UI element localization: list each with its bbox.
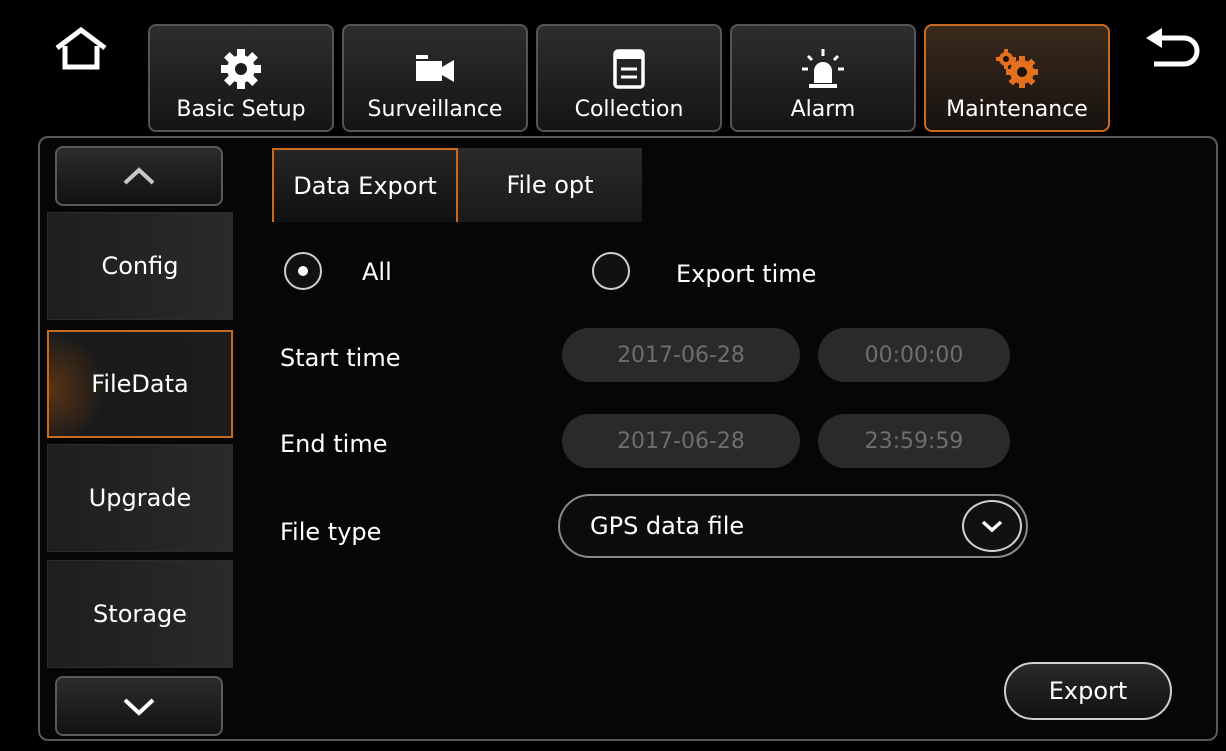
sidebar-item-storage[interactable]: Storage	[47, 560, 233, 668]
sidebar-item-upgrade[interactable]: Upgrade	[47, 444, 233, 552]
tab-basic-setup[interactable]: Basic Setup	[148, 24, 334, 132]
back-arrow-icon[interactable]	[1140, 26, 1204, 72]
tab-file-opt[interactable]: File opt	[458, 148, 642, 222]
chevron-down-icon	[123, 698, 155, 716]
sidebar-item-label: Storage	[93, 600, 187, 628]
radio-export-time[interactable]	[592, 252, 630, 290]
nav-scroll-down-button[interactable]	[55, 676, 223, 736]
chevron-down-icon	[981, 520, 1003, 533]
sidebar-item-config[interactable]: Config	[47, 212, 233, 320]
tab-alarm[interactable]: Alarm	[730, 24, 916, 132]
file-type-dropdown-button[interactable]	[962, 500, 1022, 552]
radio-all-label: All	[362, 258, 392, 286]
start-clock-field[interactable]: 00:00:00	[818, 328, 1010, 382]
radio-all[interactable]	[284, 252, 322, 290]
home-icon[interactable]	[52, 24, 110, 72]
tab-collection[interactable]: Collection	[536, 24, 722, 132]
tab-maintenance[interactable]: Maintenance	[924, 24, 1110, 132]
export-button[interactable]: Export	[1004, 662, 1172, 720]
sidebar-item-label: FileData	[91, 370, 189, 398]
start-date-field[interactable]: 2017-06-28	[562, 328, 800, 382]
start-time-label: Start time	[280, 344, 401, 372]
export-button-label: Export	[1048, 677, 1128, 705]
sidebar-item-filedata[interactable]: FileData	[47, 330, 233, 438]
sidebar-item-label: Config	[101, 252, 179, 280]
radio-export-time-label: Export time	[676, 260, 817, 288]
tab-basic-setup-label: Basic Setup	[176, 97, 306, 122]
nav-scroll-up-button[interactable]	[55, 146, 223, 206]
radio-selected-dot	[298, 266, 308, 276]
gear-icon	[221, 49, 261, 89]
end-date-field[interactable]: 2017-06-28	[562, 414, 800, 468]
tab-surveillance[interactable]: Surveillance	[342, 24, 528, 132]
chevron-up-icon	[123, 167, 155, 185]
tab-file-opt-label: File opt	[506, 171, 594, 199]
document-icon	[613, 49, 645, 89]
tab-data-export[interactable]: Data Export	[272, 148, 458, 222]
file-type-value: GPS data file	[590, 512, 745, 540]
end-time-label: End time	[280, 430, 388, 458]
video-camera-icon	[416, 55, 454, 82]
tab-maintenance-label: Maintenance	[946, 97, 1088, 122]
tab-data-export-label: Data Export	[293, 172, 437, 200]
tab-surveillance-label: Surveillance	[367, 97, 503, 122]
tab-alarm-label: Alarm	[790, 97, 856, 122]
sidebar-item-label: Upgrade	[88, 484, 192, 512]
tab-collection-label: Collection	[574, 97, 684, 122]
file-type-label: File type	[280, 518, 382, 546]
alarm-siren-icon	[802, 49, 844, 88]
file-type-select[interactable]: GPS data file	[558, 494, 1028, 558]
end-clock-field[interactable]: 23:59:59	[818, 414, 1010, 468]
maintenance-gears-icon	[996, 49, 1038, 88]
